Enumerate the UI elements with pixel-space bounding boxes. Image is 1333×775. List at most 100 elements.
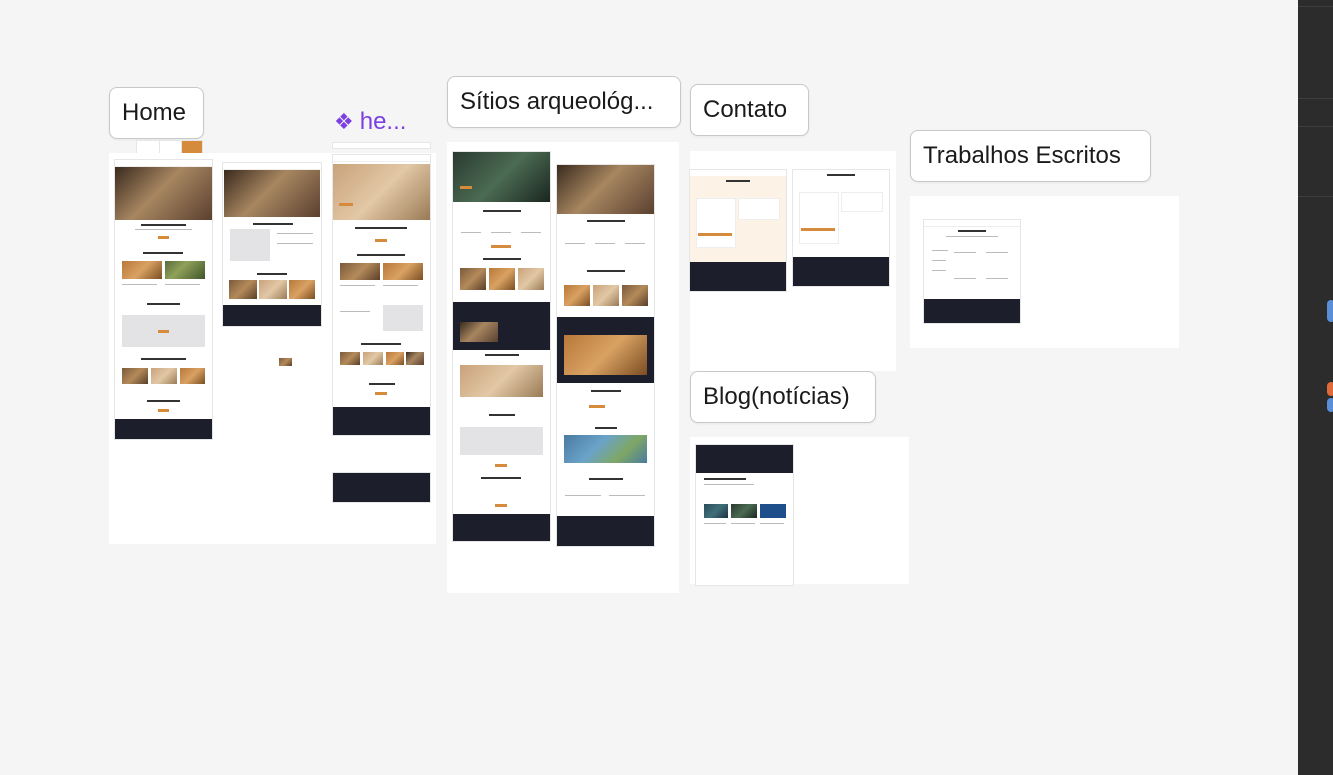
card-image [165, 261, 205, 279]
heading-placeholder [369, 383, 395, 385]
hero-image [453, 152, 550, 202]
heading-placeholder [485, 354, 519, 356]
info-item [461, 232, 481, 233]
heading-placeholder [587, 270, 625, 272]
submit-button [698, 233, 732, 236]
frame-trabalhos[interactable] [910, 196, 1179, 348]
heading-placeholder [253, 223, 293, 225]
heading-placeholder [704, 478, 746, 480]
nav-component-thumb[interactable] [160, 141, 182, 153]
submit-button [801, 228, 835, 231]
avatar-indicator[interactable] [1327, 300, 1333, 322]
heading-placeholder [147, 303, 180, 305]
page-thumb-sitios-2[interactable] [557, 165, 654, 546]
button-placeholder [495, 464, 507, 467]
panel-divider [1298, 6, 1333, 7]
page-thumb-blog[interactable] [696, 445, 793, 585]
frame-label-trabalhos[interactable]: Trabalhos Escritos [910, 130, 1151, 182]
avatar-indicator[interactable] [1327, 398, 1333, 412]
gallery-image [363, 352, 383, 365]
heading-placeholder [489, 414, 515, 416]
frame-label-sitios[interactable]: Sítios arqueológ... [447, 76, 681, 128]
card-image [340, 263, 380, 280]
heading-placeholder [587, 220, 625, 222]
gallery-image [289, 280, 315, 299]
frame-contato[interactable] [690, 151, 896, 371]
frame-label-home[interactable]: Home [109, 87, 204, 139]
text-placeholder [946, 236, 998, 237]
card-image [122, 261, 162, 279]
cta-button [460, 186, 472, 189]
gallery-image [622, 285, 648, 306]
text-placeholder [731, 523, 755, 524]
footer-component-thumb[interactable] [333, 473, 430, 502]
text-placeholder [704, 484, 754, 485]
contact-info-card [738, 198, 780, 220]
button-placeholder [375, 239, 387, 242]
nav-component-thumb[interactable] [137, 141, 159, 153]
heading-placeholder [481, 477, 521, 479]
document-item [986, 252, 1008, 253]
cta-button [158, 236, 169, 239]
text-placeholder [135, 229, 192, 230]
info-item [565, 243, 585, 244]
image-placeholder [383, 305, 423, 331]
heading-placeholder [589, 478, 623, 480]
gallery-image [386, 352, 404, 365]
loose-image-thumb[interactable] [279, 358, 292, 366]
contact-info-card [841, 192, 883, 212]
frame-blog[interactable] [690, 437, 909, 585]
text-placeholder [609, 495, 645, 496]
hero-image [224, 170, 320, 217]
hero-image [333, 164, 430, 220]
hero-image [115, 167, 212, 220]
heading-placeholder [143, 252, 183, 254]
document-item [954, 252, 976, 253]
info-item [595, 243, 615, 244]
footer [557, 516, 654, 546]
text-placeholder [760, 523, 784, 524]
panel-divider [1298, 196, 1333, 197]
page-thumb-component[interactable] [333, 155, 430, 435]
gallery-image [259, 280, 287, 299]
gallery-image [340, 352, 360, 365]
button-component-thumb[interactable] [182, 141, 202, 153]
map-image [564, 435, 647, 463]
component-nav-thumb[interactable] [333, 143, 430, 148]
gallery-image [564, 285, 590, 306]
page-thumb-contato-2[interactable] [793, 170, 889, 286]
post-image [760, 504, 786, 518]
heading-placeholder [958, 230, 986, 232]
footer [115, 419, 212, 439]
frame-label-blog[interactable]: Blog(notícias) [690, 371, 876, 423]
gallery-image [518, 268, 544, 290]
button-placeholder [375, 392, 387, 395]
frame-label-text: Blog(notícias) [703, 383, 850, 410]
page-thumb-home-1[interactable] [115, 160, 212, 439]
gallery-image [151, 368, 177, 384]
contact-form [696, 198, 736, 248]
button-placeholder [158, 330, 169, 333]
button-placeholder [491, 245, 511, 248]
properties-panel[interactable] [1298, 0, 1333, 775]
page-thumb-contato-1[interactable] [690, 170, 786, 291]
heading-placeholder [361, 343, 401, 345]
filter-list [932, 260, 946, 261]
frame-sitios[interactable] [447, 142, 679, 593]
avatar-indicator[interactable] [1327, 382, 1333, 396]
frame-label-contato[interactable]: Contato [690, 84, 809, 136]
component-label[interactable]: ❖ he... [334, 105, 406, 139]
hero-image [557, 165, 654, 214]
nav-bar [223, 163, 321, 170]
footer [690, 262, 786, 291]
text-placeholder [277, 243, 313, 244]
heading-placeholder [827, 174, 855, 176]
page-thumb-sitios-1[interactable] [453, 152, 550, 541]
design-canvas[interactable]: Home ❖ he... Sítios arqueológ... Contato… [0, 0, 1298, 775]
frame-label-text: Contato [703, 96, 788, 123]
page-thumb-trabalhos[interactable] [924, 220, 1020, 323]
heading-placeholder [355, 227, 407, 229]
page-thumb-home-2[interactable] [223, 163, 321, 326]
heading-placeholder [726, 180, 750, 182]
footer [924, 299, 1020, 323]
